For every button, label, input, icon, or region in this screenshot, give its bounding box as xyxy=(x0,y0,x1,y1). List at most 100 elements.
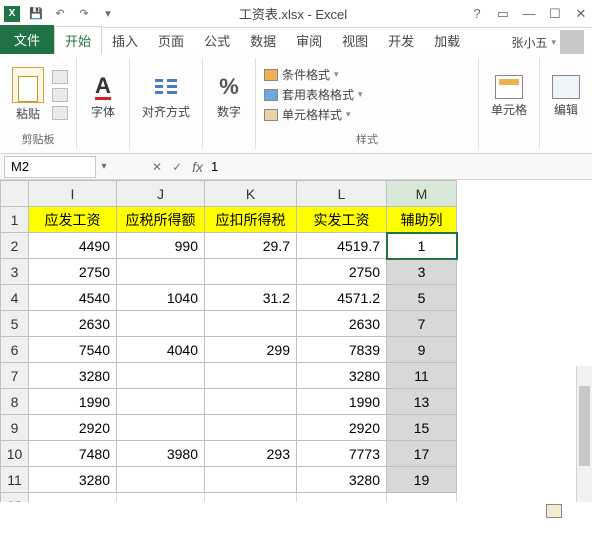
cell[interactable]: 3980 xyxy=(117,441,205,467)
font-button[interactable]: A字体 xyxy=(85,71,121,122)
cell[interactable] xyxy=(205,389,297,415)
cell[interactable]: 3 xyxy=(387,259,457,285)
align-button[interactable]: 对齐方式 xyxy=(138,71,194,122)
cell[interactable]: 4571.2 xyxy=(297,285,387,311)
col-header-J[interactable]: J xyxy=(117,181,205,207)
cell[interactable]: 7773 xyxy=(297,441,387,467)
cell[interactable]: 9 xyxy=(387,337,457,363)
cell[interactable]: 应扣所得税 xyxy=(205,207,297,233)
qat-more-icon[interactable]: ▾ xyxy=(100,6,116,22)
cell[interactable]: 19 xyxy=(387,467,457,493)
cell[interactable]: 1 xyxy=(387,233,457,259)
col-header-M[interactable]: M xyxy=(387,181,457,207)
table-format-button[interactable]: 套用表格格式▾ xyxy=(264,86,363,103)
fx-icon[interactable]: fx xyxy=(192,159,203,175)
cell[interactable] xyxy=(205,493,297,503)
cell[interactable] xyxy=(117,415,205,441)
cell[interactable] xyxy=(117,311,205,337)
paste-button[interactable]: 粘贴 xyxy=(8,65,48,124)
select-all-corner[interactable] xyxy=(1,181,29,207)
cell[interactable] xyxy=(117,389,205,415)
col-header-L[interactable]: L xyxy=(297,181,387,207)
cell[interactable] xyxy=(117,493,205,503)
row-header[interactable]: 7 xyxy=(1,363,29,389)
cell[interactable]: 31.2 xyxy=(205,285,297,311)
cell[interactable] xyxy=(205,363,297,389)
format-painter-icon[interactable] xyxy=(52,106,68,120)
cut-icon[interactable] xyxy=(52,70,68,84)
row-header[interactable]: 4 xyxy=(1,285,29,311)
cell[interactable]: 15 xyxy=(387,415,457,441)
cell[interactable]: 29.7 xyxy=(205,233,297,259)
cell[interactable]: 3280 xyxy=(297,467,387,493)
cell[interactable] xyxy=(387,493,457,503)
tab-formulas[interactable]: 公式 xyxy=(194,27,240,54)
cell[interactable]: 3280 xyxy=(29,467,117,493)
cancel-icon[interactable]: ✕ xyxy=(152,160,162,174)
name-box[interactable]: M2 xyxy=(4,156,96,178)
cell[interactable]: 3280 xyxy=(297,363,387,389)
tab-view[interactable]: 视图 xyxy=(332,27,378,54)
cell[interactable]: 应发工资 xyxy=(29,207,117,233)
cell[interactable] xyxy=(117,259,205,285)
avatar-icon[interactable] xyxy=(560,30,584,54)
cell[interactable]: 293 xyxy=(205,441,297,467)
new-sheet-icon[interactable] xyxy=(546,504,562,518)
cell[interactable]: 990 xyxy=(117,233,205,259)
cell[interactable] xyxy=(117,467,205,493)
row-header[interactable]: 5 xyxy=(1,311,29,337)
cells-button[interactable]: 单元格 xyxy=(487,73,531,120)
cell[interactable]: 7480 xyxy=(29,441,117,467)
excel-icon[interactable]: X xyxy=(4,6,20,22)
maximize-icon[interactable]: ☐ xyxy=(548,7,562,21)
redo-icon[interactable]: ↷ xyxy=(76,6,92,22)
cell[interactable]: 7 xyxy=(387,311,457,337)
vertical-scrollbar[interactable] xyxy=(576,366,592,502)
cell[interactable]: 4540 xyxy=(29,285,117,311)
cell[interactable]: 4490 xyxy=(29,233,117,259)
tab-dev[interactable]: 开发 xyxy=(378,27,424,54)
row-header[interactable]: 11 xyxy=(1,467,29,493)
worksheet[interactable]: I J K L M 1 应发工资 应税所得额 应扣所得税 实发工资 辅助列 24… xyxy=(0,180,592,502)
cell[interactable] xyxy=(117,363,205,389)
tab-home[interactable]: 开始 xyxy=(54,26,102,54)
tab-insert[interactable]: 插入 xyxy=(102,27,148,54)
cell[interactable]: 应税所得额 xyxy=(117,207,205,233)
cell[interactable] xyxy=(29,493,117,503)
tab-addin[interactable]: 加载 xyxy=(424,27,470,54)
cell[interactable]: 11 xyxy=(387,363,457,389)
name-box-dropdown[interactable]: ▾ xyxy=(96,161,112,172)
cell[interactable]: 1990 xyxy=(29,389,117,415)
undo-icon[interactable]: ↶ xyxy=(52,6,68,22)
cell[interactable]: 实发工资 xyxy=(297,207,387,233)
cell[interactable] xyxy=(205,311,297,337)
cell[interactable]: 1990 xyxy=(297,389,387,415)
col-header-I[interactable]: I xyxy=(29,181,117,207)
number-button[interactable]: %数字 xyxy=(211,71,247,122)
row-header[interactable]: 12 xyxy=(1,493,29,503)
close-icon[interactable]: ✕ xyxy=(574,7,588,21)
row-header[interactable]: 6 xyxy=(1,337,29,363)
user-area[interactable]: 张小五 ▾ xyxy=(503,30,592,54)
edit-button[interactable]: 编辑 xyxy=(548,73,584,120)
tab-review[interactable]: 审阅 xyxy=(286,27,332,54)
row-header[interactable]: 10 xyxy=(1,441,29,467)
row-header[interactable]: 2 xyxy=(1,233,29,259)
formula-input[interactable]: 1 xyxy=(203,159,592,174)
cell[interactable]: 17 xyxy=(387,441,457,467)
save-icon[interactable]: 💾 xyxy=(28,6,44,22)
enter-icon[interactable]: ✓ xyxy=(172,160,182,174)
cell[interactable]: 2630 xyxy=(297,311,387,337)
cell[interactable]: 辅助列 xyxy=(387,207,457,233)
cell[interactable]: 2750 xyxy=(297,259,387,285)
tab-file[interactable]: 文件 xyxy=(0,25,54,54)
cell-styles-button[interactable]: 单元格样式▾ xyxy=(264,106,363,123)
cell[interactable]: 3280 xyxy=(29,363,117,389)
cell[interactable] xyxy=(205,467,297,493)
cell[interactable] xyxy=(205,415,297,441)
copy-icon[interactable] xyxy=(52,88,68,102)
cell[interactable]: 7839 xyxy=(297,337,387,363)
cell[interactable]: 4519.7 xyxy=(297,233,387,259)
cell[interactable]: 5 xyxy=(387,285,457,311)
cell[interactable]: 2750 xyxy=(29,259,117,285)
